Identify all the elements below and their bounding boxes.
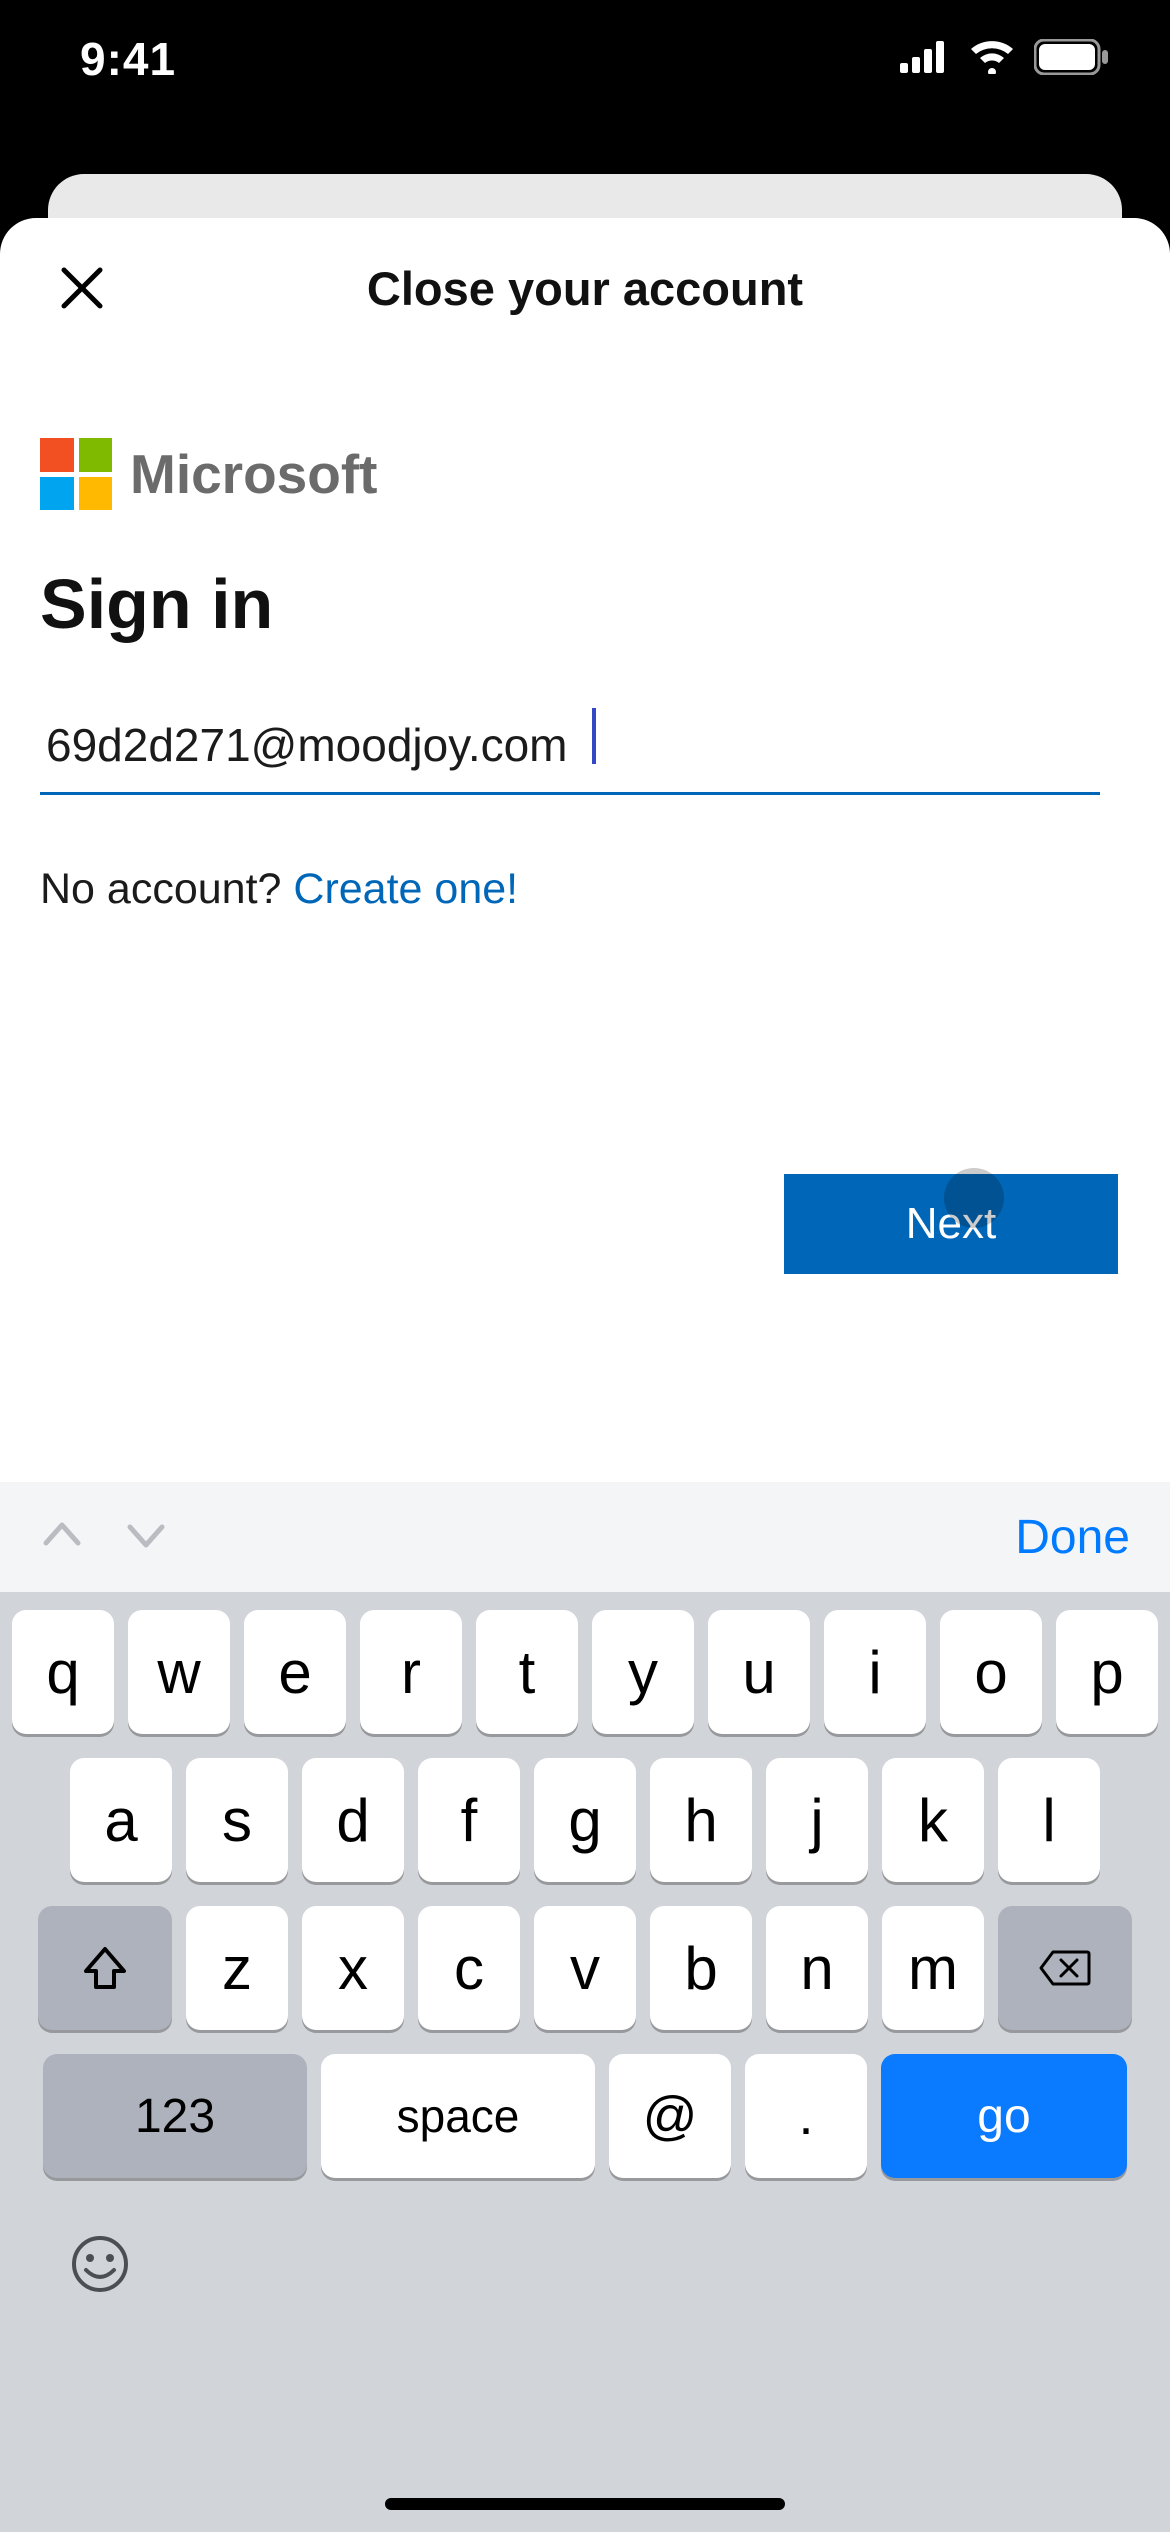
numbers-key[interactable]: 123	[43, 2054, 307, 2178]
chevron-down-icon	[124, 1513, 168, 1557]
key-z[interactable]: z	[186, 1906, 288, 2030]
key-q[interactable]: q	[12, 1610, 114, 1734]
key-b[interactable]: b	[650, 1906, 752, 2030]
key-t[interactable]: t	[476, 1610, 578, 1734]
key-r[interactable]: r	[360, 1610, 462, 1734]
key-u[interactable]: u	[708, 1610, 810, 1734]
microsoft-wordmark: Microsoft	[130, 442, 378, 506]
create-account-link[interactable]: Create one!	[293, 865, 518, 913]
home-indicator[interactable]	[385, 2498, 785, 2510]
key-w[interactable]: w	[128, 1610, 230, 1734]
key-a[interactable]: a	[70, 1758, 172, 1882]
keyboard-toolbar: Done	[0, 1482, 1170, 1592]
keyboard-done-button[interactable]: Done	[1015, 1510, 1130, 1565]
next-button[interactable]: Next	[784, 1174, 1118, 1274]
keyboard: Done qwertyuiop asdfghjkl zxcvbnm 123 sp…	[0, 1482, 1170, 2532]
key-e[interactable]: e	[244, 1610, 346, 1734]
shift-key[interactable]	[38, 1906, 172, 2030]
no-account-row: No account? Create one!	[40, 865, 1130, 914]
key-k[interactable]: k	[882, 1758, 984, 1882]
close-button[interactable]	[50, 256, 114, 320]
key-n[interactable]: n	[766, 1906, 868, 2030]
sheet-header: Close your account	[0, 218, 1170, 358]
close-icon	[58, 264, 106, 312]
space-key[interactable]: space	[321, 2054, 595, 2178]
key-x[interactable]: x	[302, 1906, 404, 2030]
key-h[interactable]: h	[650, 1758, 752, 1882]
text-cursor	[592, 708, 596, 764]
signin-heading: Sign in	[40, 564, 1130, 644]
no-account-text: No account?	[40, 865, 293, 913]
backspace-icon	[1039, 1948, 1091, 1988]
sheet-title: Close your account	[367, 261, 803, 316]
key-y[interactable]: y	[592, 1610, 694, 1734]
next-field-button[interactable]	[124, 1513, 168, 1562]
backspace-key[interactable]	[998, 1906, 1132, 2030]
chevron-up-icon	[40, 1513, 84, 1557]
at-key[interactable]: @	[609, 2054, 731, 2178]
key-j[interactable]: j	[766, 1758, 868, 1882]
go-key[interactable]: go	[881, 2054, 1127, 2178]
status-indicators	[900, 39, 1110, 80]
cellular-icon	[900, 41, 950, 78]
key-s[interactable]: s	[186, 1758, 288, 1882]
emoji-key[interactable]	[68, 2232, 132, 2301]
emoji-icon	[68, 2232, 132, 2296]
key-i[interactable]: i	[824, 1610, 926, 1734]
microsoft-logo-row: Microsoft	[40, 438, 1130, 510]
touch-indicator	[944, 1168, 1004, 1228]
key-m[interactable]: m	[882, 1906, 984, 2030]
key-v[interactable]: v	[534, 1906, 636, 2030]
wifi-icon	[968, 40, 1016, 79]
key-g[interactable]: g	[534, 1758, 636, 1882]
key-o[interactable]: o	[940, 1610, 1042, 1734]
battery-icon	[1034, 39, 1110, 80]
status-bar: 9:41	[0, 0, 1170, 118]
email-input[interactable]	[40, 714, 1100, 795]
dot-key[interactable]: .	[745, 2054, 867, 2178]
key-l[interactable]: l	[998, 1758, 1100, 1882]
prev-field-button[interactable]	[40, 1513, 84, 1562]
key-c[interactable]: c	[418, 1906, 520, 2030]
status-time: 9:41	[80, 32, 176, 86]
key-f[interactable]: f	[418, 1758, 520, 1882]
shift-icon	[82, 1945, 128, 1991]
key-d[interactable]: d	[302, 1758, 404, 1882]
key-p[interactable]: p	[1056, 1610, 1158, 1734]
microsoft-logo-icon	[40, 438, 112, 510]
